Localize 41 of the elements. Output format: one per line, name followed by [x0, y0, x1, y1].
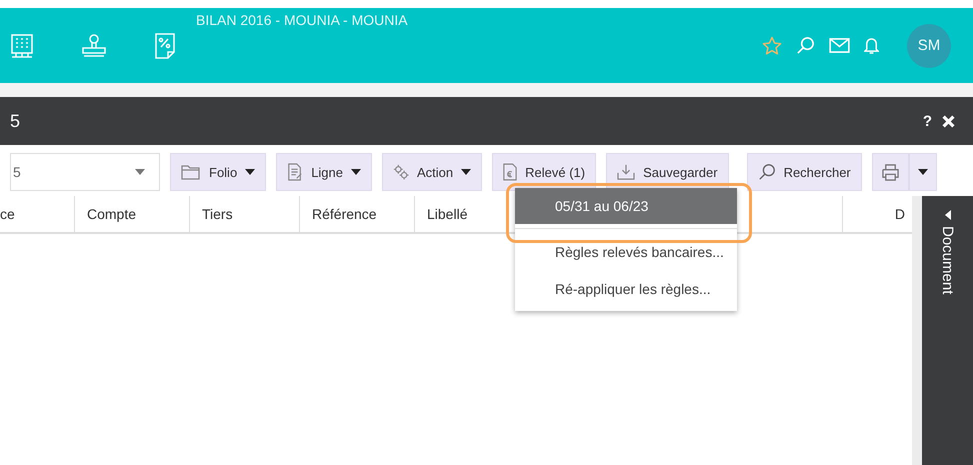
app-title: BILAN 2016 - MOUNIA - MOUNIA	[196, 12, 408, 28]
mail-icon[interactable]	[829, 38, 850, 53]
euro-document-icon	[503, 163, 518, 181]
search-icon	[758, 163, 776, 181]
toolbar-button[interactable]: Action	[382, 153, 482, 191]
print-menu-button[interactable]	[908, 153, 937, 191]
column-header[interactable]: ce	[0, 196, 75, 232]
toolbar-button[interactable]: Folio	[170, 153, 266, 191]
toolbar-button[interactable]: Ligne	[276, 153, 372, 191]
bell-icon[interactable]	[864, 36, 879, 55]
column-header[interactable]: D	[843, 196, 905, 232]
search-icon[interactable]	[796, 36, 815, 55]
panel-label: Document	[939, 226, 956, 294]
caret-icon	[461, 169, 472, 175]
folder-icon	[181, 164, 201, 180]
building-icon[interactable]	[10, 32, 34, 58]
stamp-icon[interactable]	[80, 32, 108, 58]
menu-item[interactable]: 05/31 au 06/23	[515, 188, 737, 224]
document-icon	[287, 163, 304, 181]
close-icon[interactable]	[942, 114, 955, 128]
menu-item[interactable]: Ré-appliquer les règles...	[515, 270, 737, 307]
percent-document-icon[interactable]	[154, 32, 176, 60]
print-button[interactable]	[872, 153, 909, 191]
download-icon	[617, 164, 636, 180]
caret-icon	[245, 169, 256, 175]
menu-item[interactable]: Règles relevés bancaires...	[515, 233, 737, 270]
folio-select[interactable]: 5	[10, 153, 160, 191]
column-header[interactable]: Tiers	[190, 196, 300, 232]
toolbar-button[interactable]: Rechercher	[746, 153, 862, 191]
star-icon[interactable]	[762, 36, 782, 56]
help-button[interactable]: ?	[922, 112, 932, 130]
side-panel[interactable]: Document	[922, 196, 973, 465]
caret-icon	[135, 169, 145, 175]
caret-icon	[351, 169, 361, 175]
caret-icon	[944, 210, 950, 220]
window-title: 5	[10, 110, 20, 132]
gears-icon	[393, 164, 409, 180]
column-header[interactable]: Référence	[300, 196, 415, 232]
printer-icon	[880, 164, 900, 180]
column-header[interactable]: Compte	[75, 196, 190, 232]
caret-icon	[918, 169, 928, 175]
